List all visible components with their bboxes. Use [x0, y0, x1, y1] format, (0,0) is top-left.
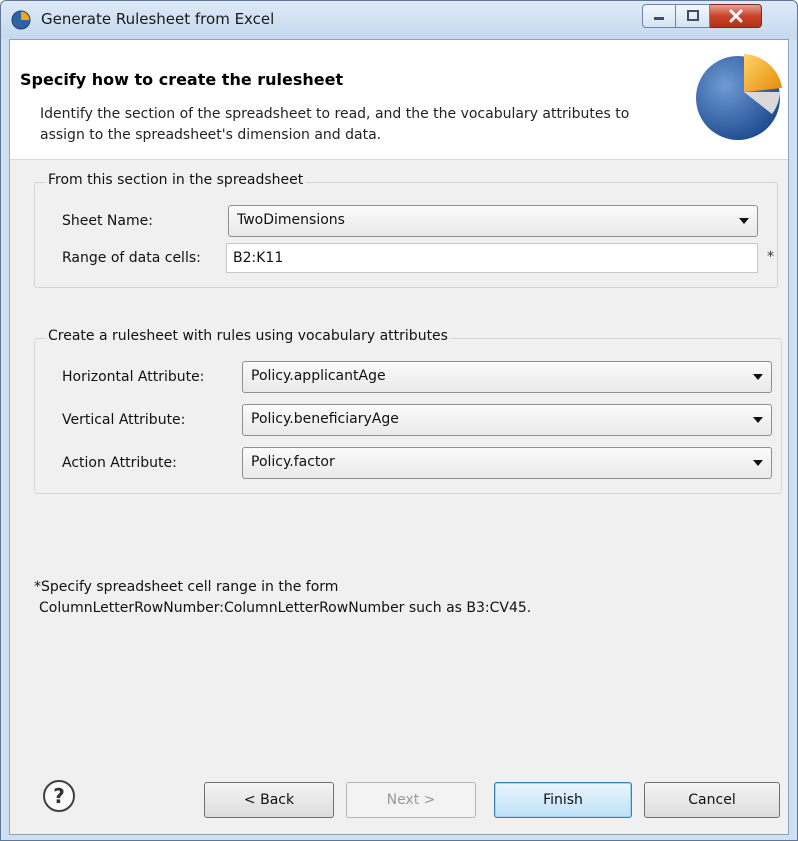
horizontal-attribute-value: Policy.applicantAge — [251, 368, 386, 384]
back-button[interactable]: < Back — [204, 782, 334, 818]
pie-graphic-icon — [696, 54, 782, 140]
range-format-note: *Specify spreadsheet cell range in the f… — [34, 577, 531, 619]
action-attribute-value: Policy.factor — [251, 454, 335, 470]
maximize-button[interactable] — [676, 4, 710, 28]
minimize-icon — [654, 17, 664, 20]
close-button[interactable] — [710, 4, 762, 28]
sheet-name-select[interactable]: TwoDimensions — [228, 205, 758, 237]
header-banner: Specify how to create the rulesheet Iden… — [10, 40, 788, 160]
required-marker: * — [767, 249, 774, 265]
action-attribute-label: Action Attribute: — [62, 455, 177, 471]
dialog-window: Generate Rulesheet from Excel Specify ho… — [0, 0, 798, 841]
button-bar: ? < Back Next > Finish Cancel — [10, 758, 788, 834]
vertical-attribute-select[interactable]: Policy.beneficiaryAge — [242, 404, 772, 436]
note-line-1: *Specify spreadsheet cell range in the f… — [34, 579, 339, 595]
note-line-2: ColumnLetterRowNumber:ColumnLetterRowNum… — [39, 600, 532, 616]
maximize-icon — [686, 10, 699, 21]
window-title: Generate Rulesheet from Excel — [41, 10, 275, 28]
chevron-down-icon — [753, 460, 763, 466]
page-title: Specify how to create the rulesheet — [20, 70, 344, 89]
vertical-attribute-value: Policy.beneficiaryAge — [251, 411, 399, 427]
chevron-down-icon — [753, 417, 763, 423]
page-description: Identify the section of the spreadsheet … — [40, 106, 630, 143]
cancel-button[interactable]: Cancel — [644, 782, 780, 818]
spreadsheet-section-group: From this section in the spreadsheet She… — [34, 172, 778, 288]
app-icon — [11, 10, 31, 30]
spreadsheet-section-legend: From this section in the spreadsheet — [45, 172, 307, 188]
attributes-section-group: Create a rulesheet with rules using voca… — [34, 328, 782, 494]
sheet-name-label: Sheet Name: — [62, 213, 153, 229]
next-button: Next > — [346, 782, 476, 818]
finish-button[interactable]: Finish — [494, 782, 632, 818]
horizontal-attribute-label: Horizontal Attribute: — [62, 369, 205, 385]
dialog-body: Specify how to create the rulesheet Iden… — [9, 39, 789, 835]
vertical-attribute-label: Vertical Attribute: — [62, 412, 186, 428]
minimize-button[interactable] — [642, 4, 676, 28]
chevron-down-icon — [753, 374, 763, 380]
action-attribute-select[interactable]: Policy.factor — [242, 447, 772, 479]
title-bar[interactable]: Generate Rulesheet from Excel — [1, 1, 797, 39]
attributes-section-legend: Create a rulesheet with rules using voca… — [45, 328, 451, 344]
help-icon[interactable]: ? — [43, 780, 75, 812]
horizontal-attribute-select[interactable]: Policy.applicantAge — [242, 361, 772, 393]
sheet-name-value: TwoDimensions — [237, 212, 345, 228]
caption-buttons — [642, 4, 762, 28]
chevron-down-icon — [739, 218, 749, 224]
range-input[interactable] — [226, 243, 758, 273]
range-label: Range of data cells: — [62, 250, 201, 266]
close-icon — [729, 9, 742, 23]
